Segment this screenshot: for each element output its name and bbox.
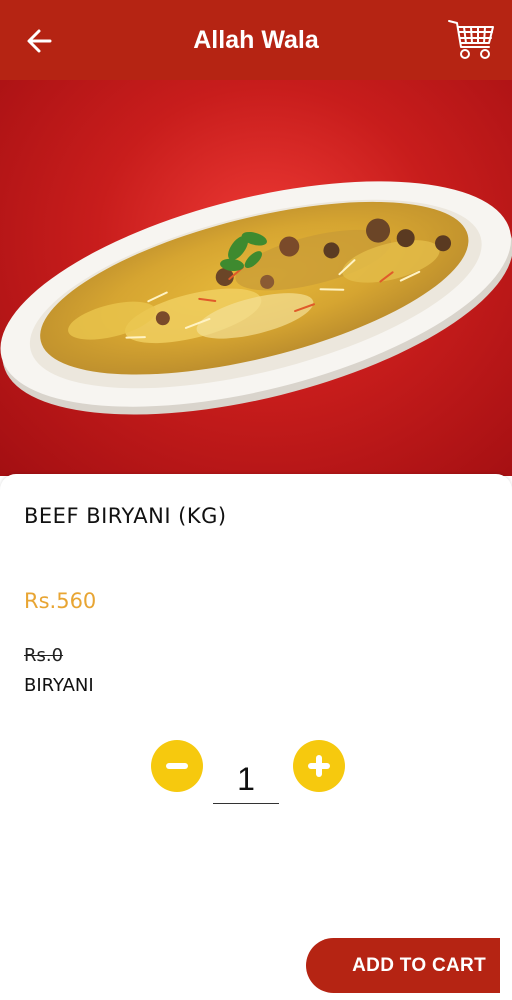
increase-quantity-button[interactable]	[293, 740, 345, 792]
shopping-cart-icon	[448, 20, 494, 59]
plus-icon	[308, 755, 330, 777]
product-detail-card	[0, 474, 512, 1000]
product-category: BIRYANI	[24, 675, 94, 696]
minus-icon	[166, 763, 188, 769]
arrow-left-icon	[27, 29, 52, 53]
decrease-quantity-button[interactable]	[151, 740, 203, 792]
product-price: Rs.560	[24, 589, 97, 613]
app-bar: Allah Wala	[0, 0, 512, 80]
back-button[interactable]	[22, 24, 56, 58]
biryani-plate-illustration	[0, 181, 512, 415]
product-name: BEEF BIRYANI (KG)	[24, 504, 227, 528]
quantity-input[interactable]	[213, 755, 279, 804]
add-to-cart-button[interactable]: ADD TO CART	[306, 938, 500, 993]
original-price: Rs.0	[24, 645, 64, 666]
app-title: Allah Wala	[193, 25, 319, 54]
cart-button[interactable]	[446, 16, 498, 64]
product-image	[0, 80, 512, 476]
